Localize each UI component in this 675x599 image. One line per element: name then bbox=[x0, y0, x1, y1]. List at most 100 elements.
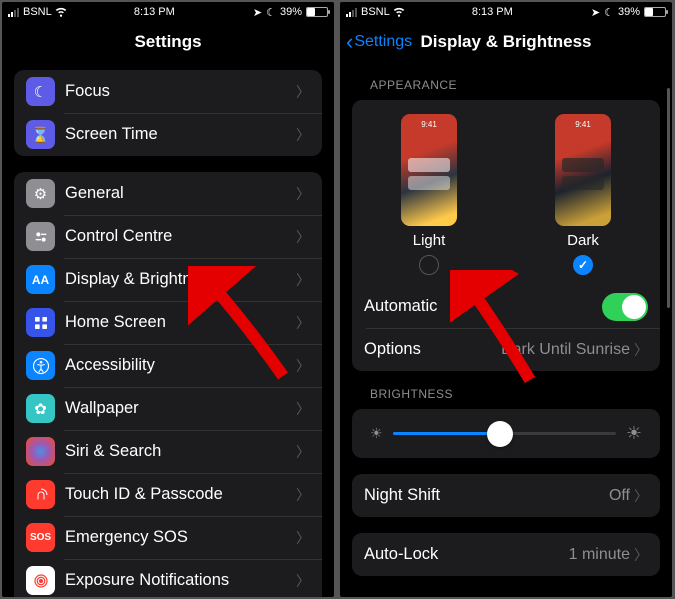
row-label: Wallpaper bbox=[65, 399, 296, 418]
flower-icon: ✿ bbox=[26, 394, 55, 423]
siri-icon bbox=[26, 437, 55, 466]
location-icon: ➤ bbox=[591, 6, 600, 19]
row-home-screen[interactable]: Home Screen 〉 bbox=[14, 301, 322, 344]
row-wallpaper[interactable]: ✿ Wallpaper 〉 bbox=[14, 387, 322, 430]
row-label: Focus bbox=[65, 82, 296, 101]
row-label: Display & Brightness bbox=[65, 270, 296, 289]
row-label: Exposure Notifications bbox=[65, 571, 296, 590]
page-title: Display & Brightness bbox=[421, 32, 592, 52]
automatic-label: Automatic bbox=[364, 297, 602, 316]
moon-icon: ☾ bbox=[26, 77, 55, 106]
moon-icon: ☾ bbox=[604, 6, 614, 19]
chevron-right-icon: 〉 bbox=[634, 340, 648, 360]
row-label: Emergency SOS bbox=[65, 528, 296, 547]
appearance-option-dark[interactable]: 9:41 Dark bbox=[555, 114, 611, 275]
brightness-slider[interactable] bbox=[393, 432, 616, 435]
accessibility-icon bbox=[26, 351, 55, 380]
auto-lock-section: Auto-Lock 1 minute 〉 bbox=[352, 533, 660, 576]
chevron-right-icon: 〉 bbox=[296, 356, 310, 376]
grid-icon bbox=[26, 308, 55, 337]
scrollbar[interactable] bbox=[667, 88, 670, 308]
settings-screen: BSNL 8:13 PM ➤ ☾ 39% Settings ☾ Focus 〉 … bbox=[2, 2, 334, 597]
chevron-right-icon: 〉 bbox=[296, 270, 310, 290]
chevron-right-icon: 〉 bbox=[634, 545, 648, 565]
signal-icon bbox=[8, 8, 19, 17]
row-control-centre[interactable]: Control Centre 〉 bbox=[14, 215, 322, 258]
brightness-section: ☀︎ ☀︎ bbox=[352, 409, 660, 458]
back-button[interactable]: ‹ Settings bbox=[346, 22, 412, 62]
settings-group-focus: ☾ Focus 〉 ⌛ Screen Time 〉 bbox=[14, 70, 322, 156]
appearance-option-light[interactable]: 9:41 Light bbox=[401, 114, 457, 275]
sun-large-icon: ☀︎ bbox=[626, 423, 642, 444]
chevron-right-icon: 〉 bbox=[296, 125, 310, 145]
chevron-right-icon: 〉 bbox=[296, 485, 310, 505]
sos-icon: SOS bbox=[26, 523, 55, 552]
carrier-label: BSNL bbox=[361, 6, 390, 18]
gear-icon: ⚙ bbox=[26, 179, 55, 208]
row-automatic: Automatic bbox=[352, 285, 660, 328]
sun-small-icon: ☀︎ bbox=[370, 425, 383, 442]
night-shift-label: Night Shift bbox=[364, 486, 609, 505]
chevron-right-icon: 〉 bbox=[296, 227, 310, 247]
chevron-right-icon: 〉 bbox=[296, 184, 310, 204]
row-auto-lock[interactable]: Auto-Lock 1 minute 〉 bbox=[352, 533, 660, 576]
row-touch-id[interactable]: Touch ID & Passcode 〉 bbox=[14, 473, 322, 516]
row-label: General bbox=[65, 184, 296, 203]
chevron-right-icon: 〉 bbox=[296, 528, 310, 548]
row-label: Control Centre bbox=[65, 227, 296, 246]
appearance-section: 9:41 Light 9:41 Dark Automatic bbox=[352, 100, 660, 371]
nav-bar: Settings bbox=[2, 22, 334, 62]
row-label: Accessibility bbox=[65, 356, 296, 375]
options-label: Options bbox=[364, 340, 501, 359]
chevron-right-icon: 〉 bbox=[296, 571, 310, 591]
row-options[interactable]: Options Dark Until Sunrise 〉 bbox=[352, 328, 660, 371]
battery-icon bbox=[306, 7, 328, 17]
row-screen-time[interactable]: ⌛ Screen Time 〉 bbox=[14, 113, 322, 156]
location-icon: ➤ bbox=[253, 6, 262, 19]
signal-icon bbox=[346, 8, 357, 17]
chevron-right-icon: 〉 bbox=[634, 486, 648, 506]
sliders-icon bbox=[26, 222, 55, 251]
settings-group-general: ⚙ General 〉 Control Centre 〉 AA Display … bbox=[14, 172, 322, 597]
row-label: Touch ID & Passcode bbox=[65, 485, 296, 504]
battery-pct: 39% bbox=[280, 6, 302, 18]
page-title: Settings bbox=[134, 32, 201, 52]
battery-pct: 39% bbox=[618, 6, 640, 18]
chevron-right-icon: 〉 bbox=[296, 399, 310, 419]
row-label: Home Screen bbox=[65, 313, 296, 332]
appearance-header: APPEARANCE bbox=[370, 78, 672, 92]
row-label: Siri & Search bbox=[65, 442, 296, 461]
row-label: Screen Time bbox=[65, 125, 296, 144]
options-value: Dark Until Sunrise bbox=[501, 341, 630, 359]
chevron-right-icon: 〉 bbox=[296, 82, 310, 102]
dark-label: Dark bbox=[567, 232, 599, 249]
battery-icon bbox=[644, 7, 666, 17]
status-bar: BSNL 8:13 PM ➤ ☾ 39% bbox=[340, 2, 672, 22]
status-bar: BSNL 8:13 PM ➤ ☾ 39% bbox=[2, 2, 334, 22]
moon-icon: ☾ bbox=[266, 6, 276, 19]
light-label: Light bbox=[413, 232, 446, 249]
row-general[interactable]: ⚙ General 〉 bbox=[14, 172, 322, 215]
row-night-shift[interactable]: Night Shift Off 〉 bbox=[352, 474, 660, 517]
light-preview: 9:41 bbox=[401, 114, 457, 226]
nav-bar: ‹ Settings Display & Brightness bbox=[340, 22, 672, 62]
brightness-header: BRIGHTNESS bbox=[370, 387, 672, 401]
night-shift-value: Off bbox=[609, 487, 630, 505]
automatic-switch[interactable] bbox=[602, 293, 648, 321]
back-label: Settings bbox=[354, 33, 412, 51]
light-radio[interactable] bbox=[419, 255, 439, 275]
clock: 8:13 PM bbox=[472, 6, 513, 18]
row-exposure-notifications[interactable]: Exposure Notifications 〉 bbox=[14, 559, 322, 597]
hourglass-icon: ⌛ bbox=[26, 120, 55, 149]
exposure-icon bbox=[26, 566, 55, 595]
night-shift-section: Night Shift Off 〉 bbox=[352, 474, 660, 517]
brightness-slider-row: ☀︎ ☀︎ bbox=[352, 409, 660, 458]
row-focus[interactable]: ☾ Focus 〉 bbox=[14, 70, 322, 113]
row-siri-search[interactable]: Siri & Search 〉 bbox=[14, 430, 322, 473]
row-display-brightness[interactable]: AA Display & Brightness 〉 bbox=[14, 258, 322, 301]
auto-lock-value: 1 minute bbox=[569, 546, 630, 564]
row-accessibility[interactable]: Accessibility 〉 bbox=[14, 344, 322, 387]
display-brightness-screen: BSNL 8:13 PM ➤ ☾ 39% ‹ Settings Display … bbox=[340, 2, 672, 597]
row-emergency-sos[interactable]: SOS Emergency SOS 〉 bbox=[14, 516, 322, 559]
dark-radio[interactable] bbox=[573, 255, 593, 275]
